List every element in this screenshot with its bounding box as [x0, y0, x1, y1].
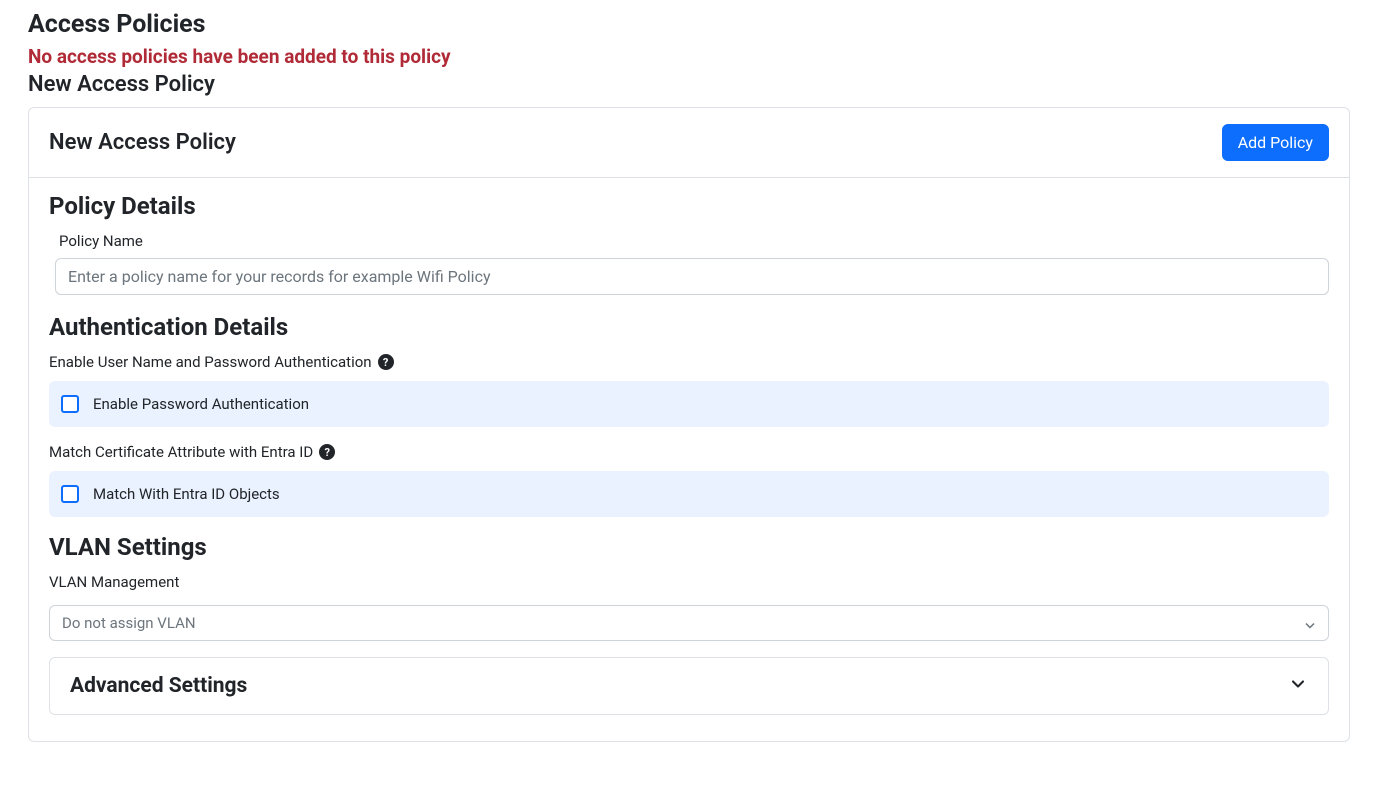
enable-password-auth-label: Enable User Name and Password Authentica… [49, 353, 372, 371]
chevron-down-icon [1288, 674, 1308, 698]
advanced-settings-toggle[interactable]: Advanced Settings [49, 657, 1329, 715]
enable-password-auth-checkbox-label: Enable Password Authentication [93, 395, 309, 413]
vlan-management-select[interactable]: Do not assign VLAN [49, 605, 1329, 641]
policy-name-label: Policy Name [59, 232, 1329, 250]
authentication-details-heading: Authentication Details [49, 313, 1329, 341]
vlan-management-label: VLAN Management [49, 573, 1329, 591]
policy-details-heading: Policy Details [49, 192, 1329, 220]
match-cert-label-row: Match Certificate Attribute with Entra I… [49, 443, 1329, 461]
enable-password-auth-label-row: Enable User Name and Password Authentica… [49, 353, 1329, 371]
match-entra-checkbox-label: Match With Entra ID Objects [93, 485, 280, 503]
match-cert-label: Match Certificate Attribute with Entra I… [49, 443, 313, 461]
page-title: Access Policies [28, 10, 1350, 39]
no-policies-warning: No access policies have been added to th… [28, 45, 1350, 68]
add-policy-button[interactable]: Add Policy [1222, 124, 1329, 161]
card-header-title: New Access Policy [49, 130, 236, 155]
advanced-settings-title: Advanced Settings [70, 674, 247, 698]
enable-password-auth-checkbox-row: Enable Password Authentication [49, 381, 1329, 427]
new-access-policy-card: New Access Policy Add Policy Policy Deta… [28, 107, 1350, 742]
vlan-select-wrapper: Do not assign VLAN [49, 605, 1329, 641]
vlan-settings-heading: VLAN Settings [49, 533, 1329, 561]
match-entra-checkbox-row: Match With Entra ID Objects [49, 471, 1329, 517]
vlan-management-label-text: VLAN Management [49, 573, 179, 591]
policy-name-input[interactable] [55, 258, 1329, 295]
match-entra-checkbox[interactable] [61, 485, 79, 503]
card-body: Policy Details Policy Name Authenticatio… [29, 178, 1349, 741]
enable-password-auth-checkbox[interactable] [61, 395, 79, 413]
help-icon[interactable]: ? [378, 354, 394, 370]
help-icon[interactable]: ? [319, 444, 335, 460]
card-header: New Access Policy Add Policy [29, 108, 1349, 178]
page-subtitle: New Access Policy [28, 72, 1350, 97]
